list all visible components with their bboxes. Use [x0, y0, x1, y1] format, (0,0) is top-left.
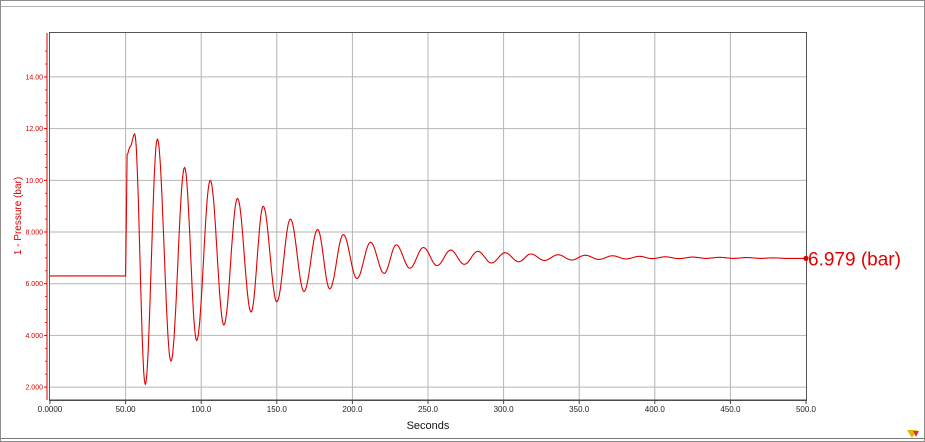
x-tick-label: 250.0: [418, 405, 439, 414]
x-tick-label: 200.0: [342, 405, 363, 414]
y-axis-ticks: 2.000 4.000 6.000 8.000 10.00 12.00 14.00: [25, 50, 47, 392]
pressure-chart: 2.000 4.000 6.000 8.000 10.00 12.00 14.00 0.00…: [0, 0, 925, 442]
x-tick-label: 500.0: [796, 405, 817, 414]
x-axis-title: Seconds: [407, 420, 450, 432]
chart-window: 2.000 4.000 6.000 8.000 10.00 12.00 14.00 0.00…: [0, 0, 925, 442]
y-tick-label: 10.00: [25, 178, 43, 185]
y-tick-label: 12.00: [25, 126, 43, 133]
x-tick-label: 350.0: [569, 405, 590, 414]
resize-grip-icon[interactable]: [907, 430, 919, 438]
y-tick-label: 6.000: [25, 281, 43, 288]
y-tick-label: 2.000: [25, 385, 43, 392]
x-axis-ticks: 0.0000 50.00 100.0 150.0 200.0 250.0 300.0 350.…: [38, 400, 817, 414]
y-axis-title: 1 - Pressure (bar): [13, 177, 24, 255]
y-tick-label: 8.000: [25, 230, 43, 237]
x-tick-label: 450.0: [720, 405, 741, 414]
x-tick-label: 50.00: [116, 405, 137, 414]
x-tick-label: 150.0: [267, 405, 288, 414]
y-tick-label: 4.000: [25, 333, 43, 340]
x-tick-label: 400.0: [645, 405, 666, 414]
x-tick-label: 100.0: [191, 405, 212, 414]
end-value-readout: 6.979 (bar): [808, 249, 901, 270]
y-tick-label: 14.00: [25, 74, 43, 81]
x-tick-label: 300.0: [494, 405, 515, 414]
x-tick-label: 0.0000: [38, 405, 63, 414]
